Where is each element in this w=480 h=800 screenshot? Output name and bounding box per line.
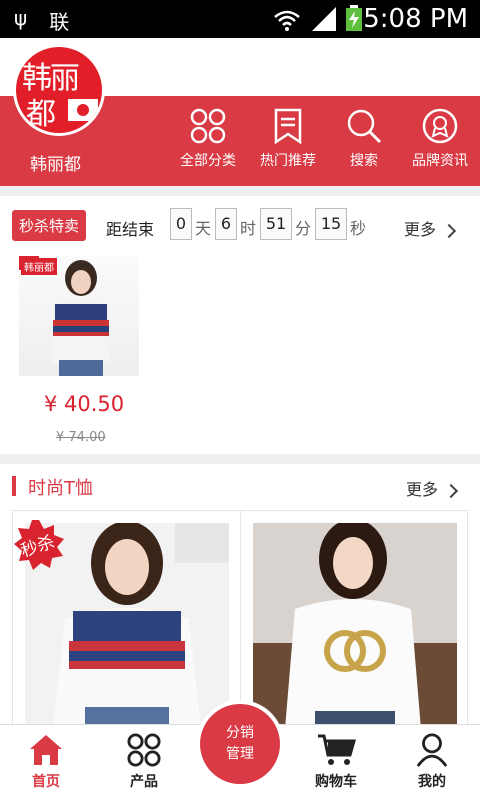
award-icon	[422, 108, 458, 144]
search-icon	[347, 109, 382, 144]
brand-name: 韩丽都	[30, 155, 81, 175]
tab-label: 产品	[130, 774, 158, 790]
grid-icon	[127, 733, 161, 767]
center-button-line1: 分销	[226, 725, 254, 741]
user-icon	[416, 733, 448, 767]
product-tile[interactable]	[253, 523, 457, 729]
nav-hot-picks[interactable]: 热门推荐	[248, 108, 328, 178]
countdown-seconds: 15	[315, 208, 347, 240]
countdown-days: 0	[170, 208, 192, 240]
tab-label: 我的	[418, 774, 446, 790]
tab-home[interactable]: 首页	[6, 733, 86, 791]
flash-sale-old-price: ¥ 74.00	[56, 430, 106, 445]
countdown-day-unit: 天	[195, 219, 212, 238]
countdown-hour-unit: 时	[240, 219, 257, 238]
tab-products[interactable]: 产品	[104, 733, 184, 791]
more-label: 更多	[404, 220, 437, 239]
nav-label: 搜索	[350, 153, 378, 169]
tab-label: 首页	[32, 774, 60, 790]
flash-sale-burst-badge: 秒杀	[14, 520, 64, 570]
nav-label: 热门推荐	[260, 153, 316, 169]
wifi-icon	[274, 10, 300, 31]
chevron-right-icon	[443, 483, 459, 498]
status-bar: ψ 联 5:08 PM	[0, 0, 480, 38]
usb-icon: ψ	[14, 6, 28, 30]
center-button-line2: 管理	[226, 746, 254, 762]
brand-logo[interactable]: 韩丽 都	[13, 44, 105, 136]
nav-all-categories[interactable]: 全部分类	[168, 108, 248, 178]
battery-icon	[346, 5, 362, 31]
more-label: 更多	[406, 480, 439, 499]
status-time: 5:08 PM	[363, 4, 468, 34]
cart-icon	[318, 734, 356, 765]
carrier-icon: 联	[49, 10, 70, 34]
countdown-label: 距结束	[106, 220, 155, 239]
section-title: 时尚T恤	[28, 478, 93, 499]
flash-sale-badge: 秒杀特卖	[12, 210, 87, 241]
nav-label: 品牌资讯	[412, 153, 468, 169]
countdown-minute-unit: 分	[295, 219, 312, 238]
countdown-hours: 6	[215, 208, 237, 240]
nav-brand-news[interactable]: 品牌资讯	[400, 108, 480, 178]
countdown-second-unit: 秒	[350, 219, 367, 238]
distribution-management-button[interactable]: 分销 管理	[196, 700, 284, 788]
product-brand-tag: 韩丽都	[21, 258, 57, 275]
section-more-link[interactable]: 更多	[406, 476, 459, 500]
product-grid	[12, 510, 468, 729]
nav-label: 全部分类	[180, 153, 236, 169]
bookmark-icon	[274, 108, 302, 144]
chevron-right-icon	[441, 223, 457, 238]
nav-search[interactable]: 搜索	[324, 108, 404, 178]
tab-cart[interactable]: 购物车	[296, 733, 376, 791]
home-icon	[30, 735, 62, 765]
logo-text-line2: 都	[26, 97, 56, 132]
section-accent-bar	[12, 476, 16, 496]
signal-icon	[312, 7, 336, 31]
grid-icon	[190, 108, 226, 144]
flash-sale-more-link[interactable]: 更多	[404, 216, 457, 240]
tab-mine[interactable]: 我的	[392, 733, 472, 791]
countdown-minutes: 51	[260, 208, 292, 240]
flash-sale-price: ¥ 40.50	[44, 392, 125, 416]
tab-label: 购物车	[315, 774, 357, 790]
logo-flag-icon	[68, 99, 98, 121]
